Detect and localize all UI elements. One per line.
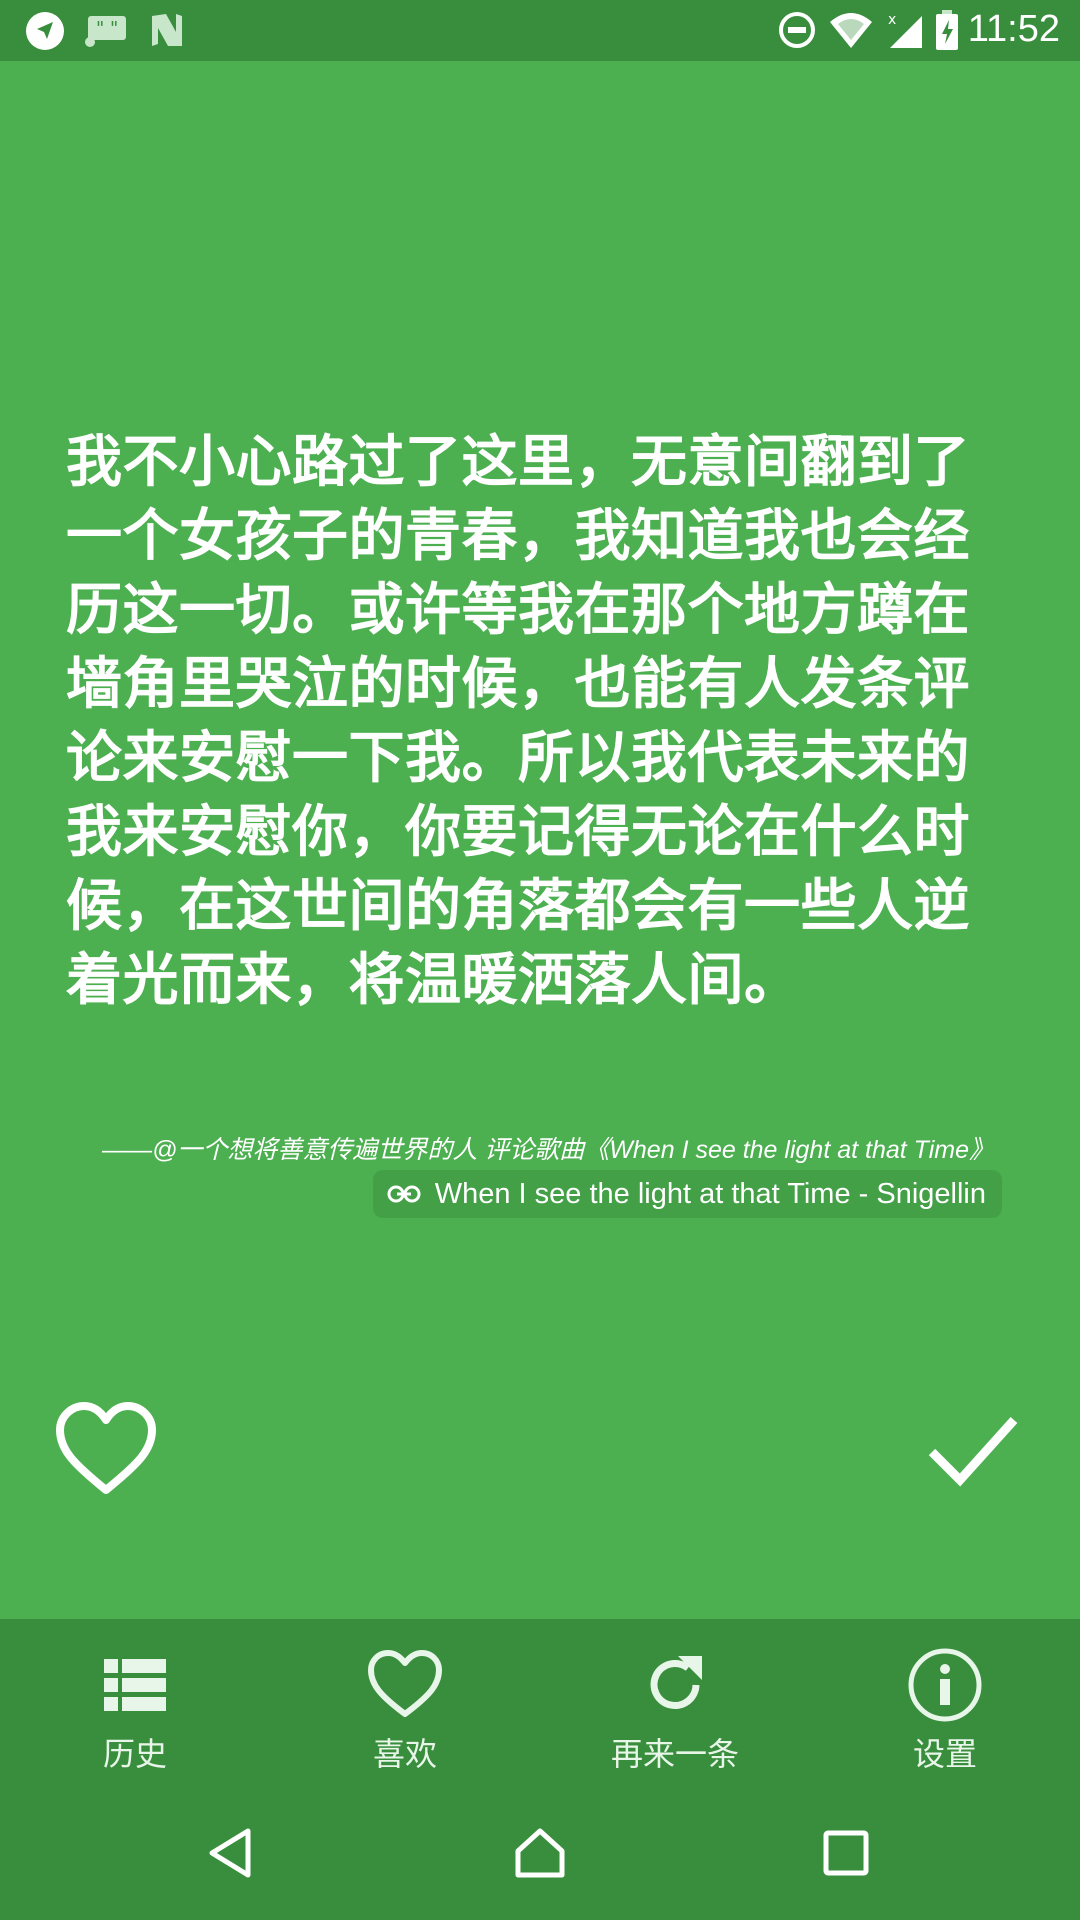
svg-text:" ": " " [96, 18, 118, 39]
song-link-label: When I see the light at that Time - Snig… [434, 1177, 986, 1210]
home-icon[interactable] [512, 1825, 568, 1885]
refresh-icon [540, 1645, 810, 1725]
back-icon[interactable] [204, 1825, 260, 1885]
system-nav-bar [0, 1785, 1080, 1920]
n-logo-icon [148, 10, 186, 54]
app-screen: " " x 11:52 我不小心路过了这里，无意间翻到了一个女孩子的青春，我知道… [0, 0, 1080, 1920]
checkmark-icon[interactable] [926, 1412, 1020, 1492]
svg-text:x: x [888, 12, 896, 28]
nav-item-another[interactable]: 再来一条 [540, 1645, 810, 1775]
nav-label-settings: 设置 [912, 1735, 977, 1773]
nav-item-settings[interactable]: 设置 [810, 1645, 1080, 1775]
quote-text: 我不小心路过了这里，无意间翻到了一个女孩子的青春，我知道我也会经历这一切。或许等… [66, 430, 970, 1013]
link-icon [387, 1184, 421, 1204]
wifi-icon [828, 10, 874, 54]
info-icon [810, 1645, 1080, 1725]
do-not-disturb-icon [778, 10, 816, 54]
heart-outline-icon[interactable] [54, 1402, 158, 1502]
song-link-chip[interactable]: When I see the light at that Time - Snig… [372, 1170, 1002, 1218]
nav-label-history: 历史 [102, 1735, 167, 1773]
navigation-arrow-icon [24, 10, 66, 56]
heart-outline-icon [270, 1645, 540, 1725]
status-bar: " " x 11:52 [0, 0, 1080, 61]
list-icon [0, 1645, 270, 1725]
cellular-signal-icon: x [886, 10, 926, 54]
quote-keyboard-icon: " " [84, 10, 128, 54]
nav-item-favorites[interactable]: 喜欢 [270, 1645, 540, 1775]
recents-icon[interactable] [818, 1825, 874, 1885]
nav-item-history[interactable]: 历史 [0, 1645, 270, 1775]
quote-attribution: ——@一个想将善意传遍世界的人 评论歌曲《When I see the ligh… [101, 1136, 994, 1164]
nav-label-another: 再来一条 [610, 1735, 739, 1773]
nav-label-favorites: 喜欢 [372, 1735, 437, 1773]
status-time: 11:52 [967, 8, 1060, 50]
bottom-nav: 历史 喜欢 再来一条 设置 [0, 1619, 1080, 1785]
battery-charging-icon [934, 10, 960, 56]
